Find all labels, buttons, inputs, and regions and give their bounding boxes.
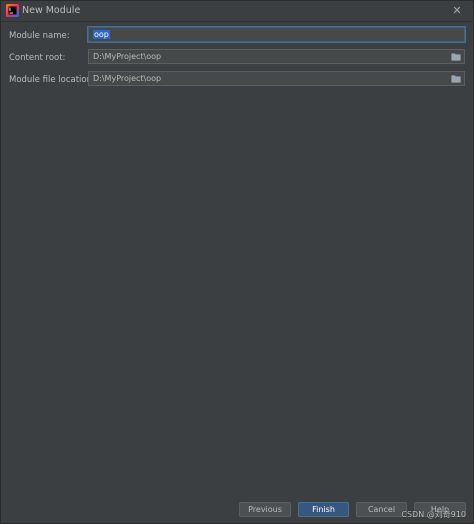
previous-button[interactable]: Previous [239, 502, 291, 517]
folder-icon[interactable] [451, 74, 461, 83]
module-name-input[interactable]: oop [88, 27, 465, 42]
window-title: New Module [22, 5, 81, 16]
content-root-label: Content root: [9, 53, 66, 63]
folder-icon[interactable] [451, 52, 461, 61]
close-icon: ✕ [452, 4, 462, 17]
module-name-label: Module name: [9, 31, 70, 41]
finish-button[interactable]: Finish [298, 502, 349, 517]
csdn-watermark: CSDN @刘奇910 [401, 510, 466, 519]
content-root-input[interactable]: D:\MyProject\oop [88, 49, 465, 64]
title-bar: New Module ✕ [1, 1, 473, 22]
cancel-button[interactable]: Cancel [356, 502, 407, 517]
module-file-location-value: D:\MyProject\oop [93, 74, 162, 83]
close-button[interactable]: ✕ [449, 3, 465, 19]
new-module-dialog: New Module ✕ Module name: oop Content ro… [0, 0, 474, 524]
module-file-location-label: Module file location: [9, 75, 95, 85]
intellij-idea-icon [6, 4, 19, 17]
module-name-value: oop [93, 30, 110, 39]
module-file-location-input[interactable]: D:\MyProject\oop [88, 71, 465, 86]
content-root-value: D:\MyProject\oop [93, 52, 162, 61]
